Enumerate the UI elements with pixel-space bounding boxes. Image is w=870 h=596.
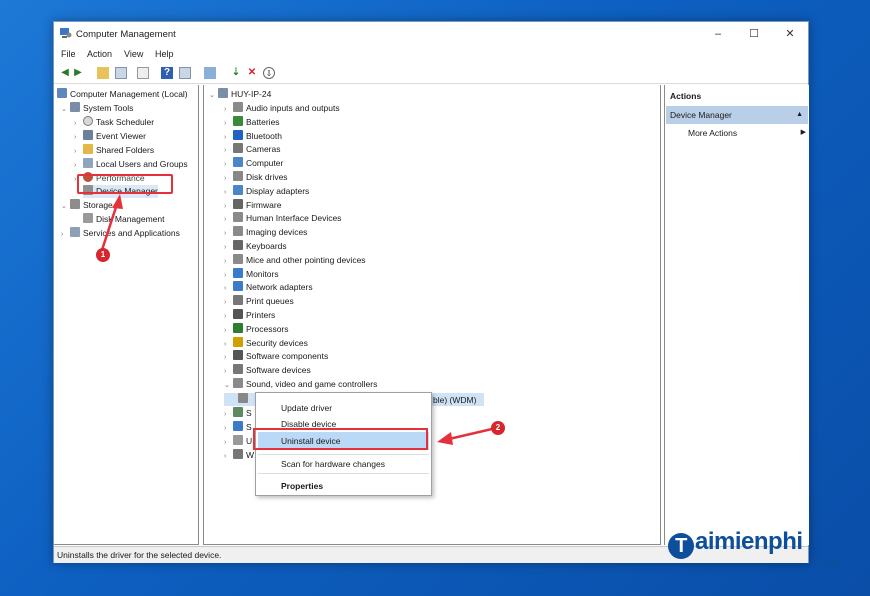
step-badge-1: 1 (96, 248, 110, 262)
watermark-text: aimienphi (695, 528, 803, 555)
arrow-2 (448, 427, 493, 441)
arrow-1-head (112, 194, 123, 209)
computer-management-window: Computer Management – ☐ ✕ File Action Vi… (53, 21, 840, 570)
arrow-2-head (437, 432, 453, 445)
watermark-brand: Taimienphi (668, 528, 803, 559)
watermark-domain: .vn (821, 555, 840, 570)
step-badge-2: 2 (491, 421, 505, 435)
watermark-logo: T (668, 533, 694, 559)
arrow-1 (100, 203, 119, 251)
annotation-arrows (100, 194, 493, 445)
watermark: Taimienphi .vn (668, 528, 840, 570)
